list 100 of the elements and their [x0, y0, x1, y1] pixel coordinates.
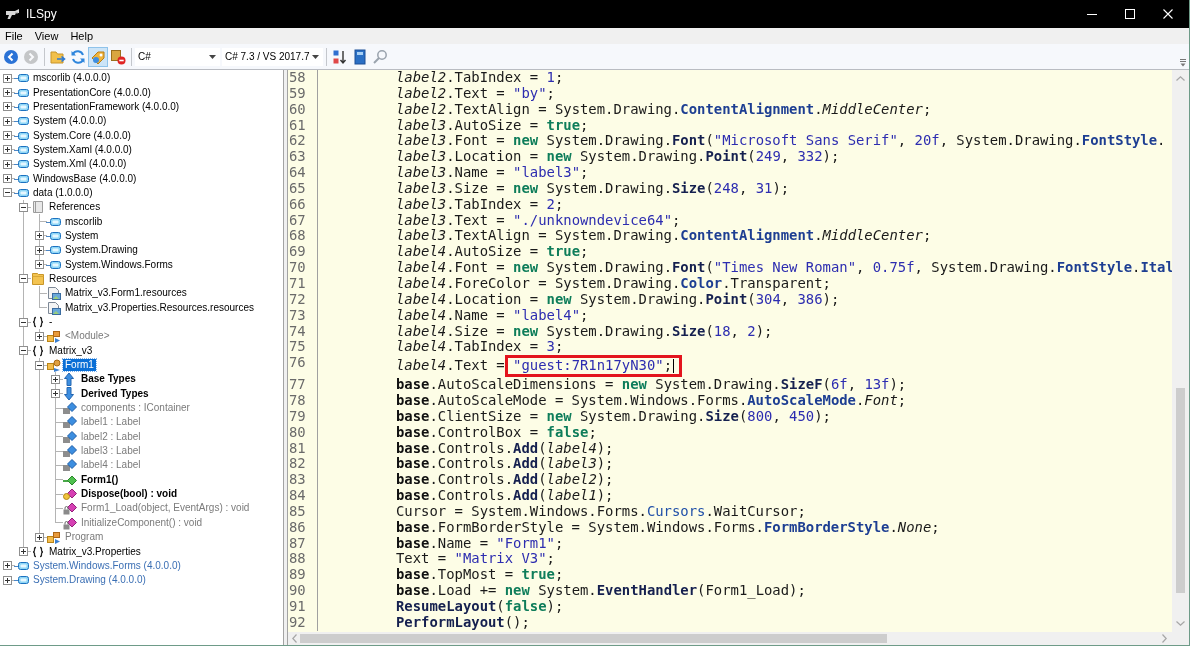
book-icon — [352, 48, 368, 65]
line-number: 63 — [288, 149, 318, 166]
dropdown-arrow-icon[interactable] — [312, 54, 319, 59]
code-line: label4.AutoSize = true; — [396, 244, 589, 261]
resource-file-icon — [46, 286, 62, 301]
line-number: 60 — [288, 101, 318, 118]
code-line: label3.Location = new System.Drawing.Point(249, 332); — [396, 149, 840, 166]
plus-box-icon[interactable] — [2, 73, 12, 83]
tree-item[interactable]: <Module> — [63, 330, 112, 343]
tree-item[interactable]: mscorlib (4.0.0.0) — [31, 72, 113, 85]
refresh-icon — [70, 48, 86, 65]
tree-item[interactable]: label2 : Label — [79, 430, 143, 443]
code-line: label4.Location = new System.Drawing.Point(304, 386); — [396, 291, 840, 308]
plus-box-icon[interactable] — [2, 159, 12, 169]
scrollbar-thumb[interactable] — [1176, 388, 1185, 593]
tree-item[interactable]: Base Types — [79, 373, 138, 386]
plus-box-icon[interactable] — [2, 131, 12, 141]
tree-item[interactable]: Matrix_v3.Properties — [47, 545, 143, 558]
plus-box-icon[interactable] — [34, 245, 44, 255]
tree-item[interactable]: Form1_Load(object, EventArgs) : void — [79, 502, 252, 515]
menu-item[interactable]: Help — [66, 28, 98, 44]
plus-box-icon[interactable] — [50, 389, 60, 399]
line-number: 65 — [288, 180, 318, 197]
scrollbar-thumb[interactable] — [300, 634, 887, 643]
tree-item[interactable]: System (4.0.0.0) — [31, 115, 109, 128]
tree-item[interactable]: Derived Types — [79, 387, 151, 400]
plus-box-icon[interactable] — [2, 575, 12, 585]
plus-box-icon[interactable] — [34, 231, 44, 241]
tree-item[interactable]: Matrix_v3.Form1.resources — [63, 287, 189, 300]
vertical-scrollbar[interactable] — [1172, 70, 1189, 632]
plus-box-icon[interactable] — [2, 174, 12, 184]
tree-item[interactable]: System.Drawing — [63, 244, 140, 257]
code-line: base.Load += new System.EventHandler(Form1_Load); — [396, 583, 806, 599]
minus-box-icon[interactable] — [18, 346, 28, 356]
minus-box-icon[interactable] — [2, 188, 12, 198]
sort-icon — [332, 48, 348, 65]
menu-item[interactable]: File — [1, 28, 28, 44]
tree-item[interactable]: References — [47, 201, 103, 214]
tree-item[interactable]: PresentationFramework (4.0.0.0) — [31, 100, 182, 113]
minus-box-icon[interactable] — [18, 317, 28, 327]
form-icon — [46, 358, 62, 373]
forward-icon — [23, 48, 39, 65]
tree-item[interactable]: mscorlib — [63, 215, 105, 228]
maximize-icon — [1125, 9, 1135, 19]
plus-box-icon[interactable] — [50, 374, 60, 384]
line-number: 81 — [288, 440, 318, 457]
plus-box-icon[interactable] — [2, 88, 12, 97]
tree-item[interactable]: data (1.0.0.0) — [31, 186, 95, 199]
line-number: 80 — [288, 424, 318, 441]
minus-box-icon[interactable] — [34, 360, 44, 370]
plus-box-icon[interactable] — [2, 561, 12, 571]
horizontal-scrollbar[interactable] — [288, 632, 1172, 645]
dropdown[interactable]: C# 7.3 / VS 2017.7 — [222, 47, 323, 66]
tree-item[interactable]: System.Windows.Forms — [63, 258, 175, 271]
code-line: label4.Size = new System.Drawing.Size(18, 2); — [396, 323, 773, 340]
tree-item[interactable]: PresentationCore (4.0.0.0) — [31, 86, 153, 99]
line-number: 86 — [288, 519, 318, 536]
tree-item[interactable]: WindowsBase (4.0.0.0) — [31, 172, 139, 185]
tree-item[interactable]: label4 : Label — [79, 459, 143, 472]
tree-item[interactable]: System — [63, 229, 101, 242]
tree-item[interactable]: System.Xaml (4.0.0.0) — [31, 143, 134, 156]
plus-box-icon[interactable] — [34, 532, 44, 542]
minus-box-icon[interactable] — [18, 202, 28, 212]
line-number: 85 — [288, 503, 318, 520]
toolbar-button[interactable] — [88, 46, 108, 67]
dropdown[interactable]: C# — [135, 47, 220, 66]
minus-box-icon[interactable] — [18, 274, 28, 284]
menu-item[interactable]: View — [30, 28, 64, 44]
plus-box-icon[interactable] — [2, 102, 12, 112]
plus-box-icon[interactable] — [2, 145, 12, 155]
line-number: 68 — [288, 228, 318, 245]
tree-item[interactable]: System.Windows.Forms (4.0.0.0) — [31, 559, 183, 572]
tree-item[interactable]: InitializeComponent() : void — [79, 516, 205, 529]
code-line: base.Controls.Add(label2); — [396, 472, 614, 489]
tree-item[interactable]: Resources — [47, 273, 99, 285]
tree-item[interactable]: components : IContainer — [79, 402, 192, 415]
tree-item[interactable]: Form1() — [79, 473, 121, 486]
plus-box-icon[interactable] — [34, 260, 44, 270]
tree-item[interactable]: label3 : Label — [79, 445, 143, 458]
field-icon — [62, 429, 78, 444]
plus-box-icon[interactable] — [34, 331, 44, 341]
tree-item[interactable]: Matrix_v3 — [47, 344, 95, 357]
line-number: 88 — [288, 551, 318, 568]
class-icon — [46, 329, 62, 344]
tree-item[interactable]: Program — [63, 531, 106, 544]
tree-item[interactable]: - — [47, 316, 55, 328]
plus-box-icon[interactable] — [2, 116, 12, 126]
tree-item[interactable]: Form1 — [63, 359, 96, 372]
dropdown-arrow-icon[interactable] — [209, 54, 216, 59]
line-number: 58 — [288, 70, 318, 86]
tree-item[interactable]: label1 : Label — [79, 416, 143, 429]
tree-item[interactable]: System.Drawing (4.0.0.0) — [31, 574, 148, 587]
tree-item[interactable]: Dispose(bool) : void — [79, 488, 180, 501]
tree-item[interactable]: Matrix_v3.Properties.Resources.resources — [63, 301, 256, 314]
code-line: label3.TextAlign = System.Drawing.ContentAlignment.MiddleCenter; — [396, 228, 932, 245]
overflow-icon[interactable] — [1180, 59, 1186, 67]
tree-item[interactable]: System.Core (4.0.0.0) — [31, 129, 133, 142]
field-icon — [62, 401, 78, 416]
plus-box-icon[interactable] — [18, 547, 28, 556]
tree-item[interactable]: System.Xml (4.0.0.0) — [31, 158, 129, 171]
